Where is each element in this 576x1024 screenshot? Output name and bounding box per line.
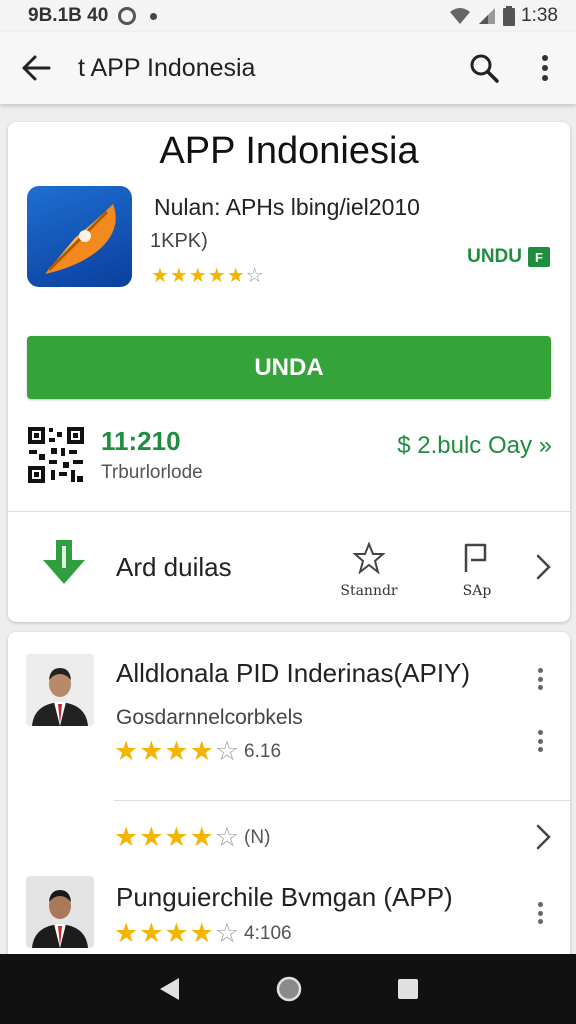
flag-action-label: SAp	[462, 583, 492, 599]
notification-dot-icon	[150, 12, 158, 20]
app-size: 1KPK)	[150, 230, 208, 252]
rating-value: 4:106	[244, 923, 292, 944]
wifi-icon	[450, 8, 471, 24]
search-icon	[470, 54, 499, 83]
item-menu-button[interactable]	[528, 898, 552, 928]
status-bar: 9B.1B 40 1:38	[0, 0, 576, 32]
list-item-rating: ★★★★☆ (N)	[114, 822, 270, 853]
app-icon	[27, 186, 132, 287]
app-detail-card: APP Indoniesia Nulan: APHs lbing/iel2010…	[8, 122, 570, 622]
stat-label: Trburlorlode	[101, 462, 203, 483]
battery-icon	[503, 6, 516, 26]
avatar[interactable]	[26, 876, 94, 948]
star-empty-icon: ☆	[245, 265, 265, 287]
undu-link[interactable]: UNDU F	[467, 246, 550, 268]
rating-value: 6.16	[244, 741, 282, 762]
list-item-subtitle: Gosdarnnelcorbkels	[116, 706, 303, 729]
download-label[interactable]: Ard duilas	[116, 552, 232, 583]
star-outline-icon	[352, 541, 386, 575]
app-bar: t APP Indonesia	[0, 32, 576, 104]
more-vert-icon	[542, 55, 548, 81]
list-item-title[interactable]: Punguierchile Bvmgan (APP)	[116, 882, 453, 913]
undu-label: UNDU	[467, 246, 522, 267]
system-nav-bar	[0, 954, 576, 1024]
nav-recents-icon[interactable]	[397, 978, 419, 1000]
nav-home-icon[interactable]	[275, 975, 303, 1003]
star-empty-icon: ☆	[214, 736, 241, 766]
chevron-right-icon[interactable]	[532, 822, 556, 852]
signal-icon	[479, 8, 496, 24]
person-photo-icon	[26, 654, 94, 726]
related-apps-card: Alldlonala PID Inderinas(APIY) Gosdarnne…	[8, 632, 570, 962]
list-item-rating: ★★★★☆ 6.16	[114, 736, 281, 767]
qr-code-icon	[27, 426, 85, 484]
back-button[interactable]	[0, 32, 72, 104]
item-menu-button[interactable]	[528, 664, 552, 694]
star-icon: ★★★★	[114, 822, 215, 852]
download-icon[interactable]	[40, 538, 88, 588]
person-photo-icon	[26, 876, 94, 948]
price-link[interactable]: $ 2.bulc Oay »	[397, 432, 552, 460]
app-bar-title: t APP Indonesia	[78, 53, 256, 82]
sync-icon	[118, 7, 137, 25]
rating-value: (N)	[244, 827, 271, 848]
divider	[114, 800, 570, 801]
search-button[interactable]	[454, 32, 514, 104]
list-item-rating: ★★★★☆ 4:106	[114, 918, 292, 949]
star-action-button[interactable]: Stanndr	[336, 541, 402, 599]
app-rating-stars: ★★★★★☆	[151, 263, 265, 288]
undu-badge-icon: F	[528, 247, 550, 267]
app-title: APP Indoniesia	[159, 130, 419, 172]
divider	[8, 511, 570, 512]
avatar[interactable]	[26, 654, 94, 726]
star-icon: ★★★★	[114, 918, 215, 948]
install-button[interactable]: UNDA	[27, 336, 551, 399]
chevron-right-icon[interactable]	[532, 552, 556, 582]
item-menu-button[interactable]	[528, 726, 552, 756]
star-empty-icon: ☆	[214, 822, 241, 852]
more-options-button[interactable]	[514, 32, 576, 104]
arrow-back-icon	[22, 55, 51, 81]
flag-icon	[464, 543, 487, 572]
status-time-right: 1:38	[521, 5, 558, 26]
status-time-left: 9B.1B 40	[28, 5, 109, 26]
star-icon: ★★★★★	[151, 265, 246, 287]
star-empty-icon: ☆	[214, 918, 241, 948]
stat-value: 11:210	[101, 426, 181, 456]
app-logo-icon	[45, 204, 116, 274]
flag-action-button[interactable]: SAp	[452, 542, 502, 599]
star-action-label: Stanndr	[340, 583, 398, 599]
app-developer: Nulan: APHs lbing/iel2010	[154, 194, 420, 220]
star-icon: ★★★★	[114, 736, 215, 766]
list-item-title[interactable]: Alldlonala PID Inderinas(APIY)	[116, 658, 470, 689]
nav-back-icon[interactable]	[157, 976, 181, 1002]
